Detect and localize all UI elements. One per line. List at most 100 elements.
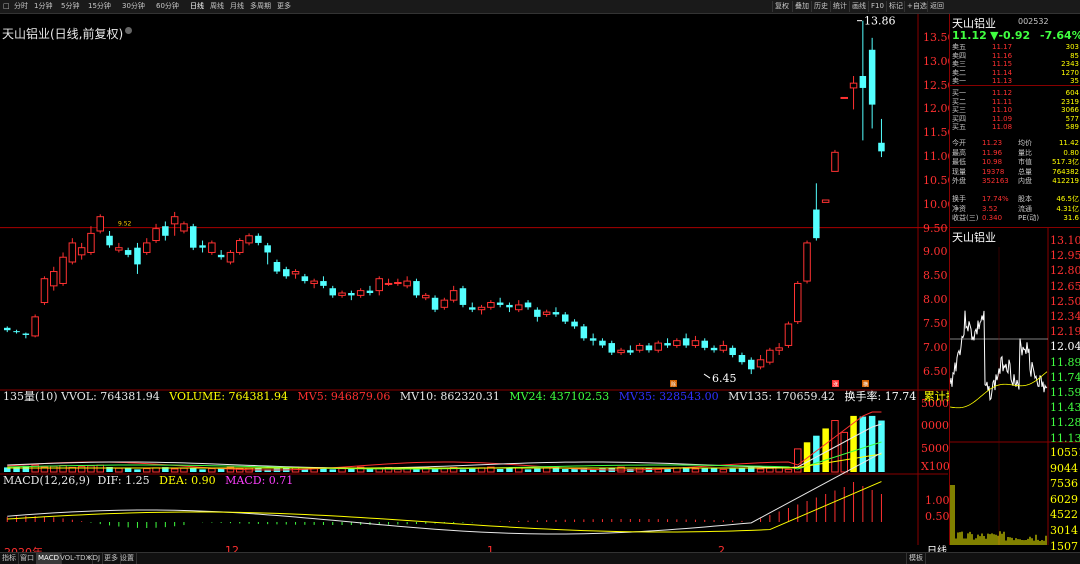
period-tab-1[interactable]: 1分钟 xyxy=(34,0,52,13)
volume-bar xyxy=(496,468,504,472)
candle-body xyxy=(571,321,578,327)
candle-body xyxy=(821,199,830,203)
stat-label: PE(动) xyxy=(1018,214,1040,223)
mini-price-label: 12.19 xyxy=(1050,325,1080,339)
volume-bar xyxy=(170,468,179,473)
candle-body xyxy=(31,316,39,337)
template-button[interactable]: 模板 xyxy=(906,553,926,564)
candle-body xyxy=(301,276,309,282)
order-price: 11.08 xyxy=(992,123,1013,132)
volume-bar xyxy=(394,468,402,473)
period-toolbar: □ 分时 1分钟 5分钟 15分钟 30分钟 60分钟 日线 周线 月线 多周期 更多 复权 叠加 历史统… xyxy=(0,0,1080,14)
mini-volume-label: 7536 xyxy=(1050,477,1078,491)
candle-body xyxy=(143,242,151,253)
period-tab-10[interactable]: 更多 xyxy=(277,0,291,13)
volume-ma-line xyxy=(7,423,882,469)
mini-price-label: 12.95 xyxy=(1050,249,1080,263)
volume-bar xyxy=(366,468,374,472)
indicator-tab-1[interactable]: 窗口 xyxy=(18,553,37,564)
candle-body xyxy=(68,242,77,263)
order-row[interactable]: 买五 11.08 589 xyxy=(950,122,1080,133)
period-tab-4[interactable]: 30分钟 xyxy=(122,0,145,13)
candle-body xyxy=(831,151,839,172)
order-volume: 589 xyxy=(1065,123,1079,132)
toolbar-button-4[interactable]: 画线 xyxy=(849,1,868,12)
candle-body xyxy=(226,251,235,263)
toolbar-button-0[interactable]: 复权 xyxy=(772,1,791,12)
high-price-label: 13.86 xyxy=(864,15,896,28)
candle-body xyxy=(775,347,783,351)
mini-price-label: 12.65 xyxy=(1050,279,1080,293)
volume-bar xyxy=(180,467,188,473)
period-tab-5[interactable]: 60分钟 xyxy=(156,0,179,13)
candle-body xyxy=(22,333,30,335)
volume-bar xyxy=(96,464,104,473)
candle-body xyxy=(440,299,449,308)
candle-body xyxy=(431,297,439,310)
toolbar-button-7[interactable]: +自选 xyxy=(904,1,929,12)
period-tab-2[interactable]: 5分钟 xyxy=(61,0,79,13)
candle-body xyxy=(291,271,300,275)
order-label: 买五 xyxy=(952,123,966,132)
candle-body xyxy=(403,280,411,287)
period-tab-3[interactable]: 15分钟 xyxy=(88,0,111,13)
volume-bar xyxy=(803,442,811,472)
vol-mv24-label: MV24: 437102.53 xyxy=(509,390,610,403)
window-icon[interactable]: □ xyxy=(3,0,10,13)
volume-bar xyxy=(143,468,151,473)
kline-chart-area[interactable]: 天山铝业(日线,前复权) 9.52 13.86 6.45 除涨横 13.50 13.00… xyxy=(0,14,971,559)
candle-body xyxy=(50,271,58,287)
candle-body xyxy=(422,294,430,299)
period-tab-6[interactable]: 日线 xyxy=(190,0,204,13)
volume-bar xyxy=(199,469,206,472)
toolbar-button-3[interactable]: 统计 xyxy=(830,1,849,12)
mini-price-label: 11.59 xyxy=(1050,386,1080,399)
indicator-tab-4[interactable]: KDJ xyxy=(86,553,104,564)
toolbar-button-5[interactable]: F10 xyxy=(868,1,886,12)
candle-body xyxy=(208,242,216,253)
candle-body xyxy=(310,280,318,284)
indicator-tab-0[interactable]: 指标 xyxy=(0,553,19,564)
vol-mv10-label: MV10: 862320.31 xyxy=(399,390,500,403)
macd-macd-label: MACD: 0.71 xyxy=(225,474,294,487)
candle-body xyxy=(654,342,662,351)
candle-body xyxy=(384,282,393,285)
volume-bar xyxy=(50,465,58,473)
candle-body xyxy=(524,302,532,308)
volume-bar xyxy=(338,468,346,473)
vol-title: 135量(10) VVOL: 764381.94 xyxy=(3,390,160,403)
event-marker-label: 除 xyxy=(671,381,676,388)
pct-change: -7.64% xyxy=(1040,29,1080,42)
candle-body xyxy=(673,340,681,346)
mini-volume-label: 6029 xyxy=(1050,492,1078,506)
toolbar-button-6[interactable]: 标记 xyxy=(886,1,905,12)
mini-volume-label: 3014 xyxy=(1050,524,1078,537)
candlestick-svg: 9.52 13.86 6.45 除 涨 横 xyxy=(0,14,948,545)
indicator-tab-6[interactable]: 设置 xyxy=(118,553,137,564)
volume-bar xyxy=(719,468,728,473)
candle-body xyxy=(635,344,644,351)
stat-value: 0.340 xyxy=(982,214,1003,223)
candle-body xyxy=(459,288,467,305)
candle-body xyxy=(849,82,858,89)
candle-body xyxy=(77,247,86,256)
toolbar-button-1[interactable]: 叠加 xyxy=(792,1,811,12)
volume-bar xyxy=(878,420,885,472)
mini-avg-line xyxy=(950,371,1048,409)
period-tab-9[interactable]: 多周期 xyxy=(250,0,271,13)
candle-body xyxy=(338,292,346,296)
period-tab-0[interactable]: 分时 xyxy=(14,0,28,13)
toolbar-button-8[interactable]: 返回 xyxy=(927,1,946,12)
mini-price-label: 12.50 xyxy=(1050,294,1080,308)
candle-body xyxy=(87,232,95,253)
candle-body xyxy=(329,288,336,296)
period-tab-8[interactable]: 月线 xyxy=(230,0,244,13)
mini-volume-label: 10551 xyxy=(1050,446,1080,459)
vol-turnover-label: 换手率: 17.74 xyxy=(844,390,917,403)
macd-header: MACD(12,26,9) DIF: 1.25 DEA: 0.90 MACD: … xyxy=(3,474,293,487)
period-tab-7[interactable]: 周线 xyxy=(210,0,224,13)
mini-price-label: 11.43 xyxy=(1050,401,1080,415)
candle-body xyxy=(96,216,104,232)
toolbar-button-2[interactable]: 历史 xyxy=(811,1,830,12)
stat-label: 外盘 xyxy=(952,177,966,186)
